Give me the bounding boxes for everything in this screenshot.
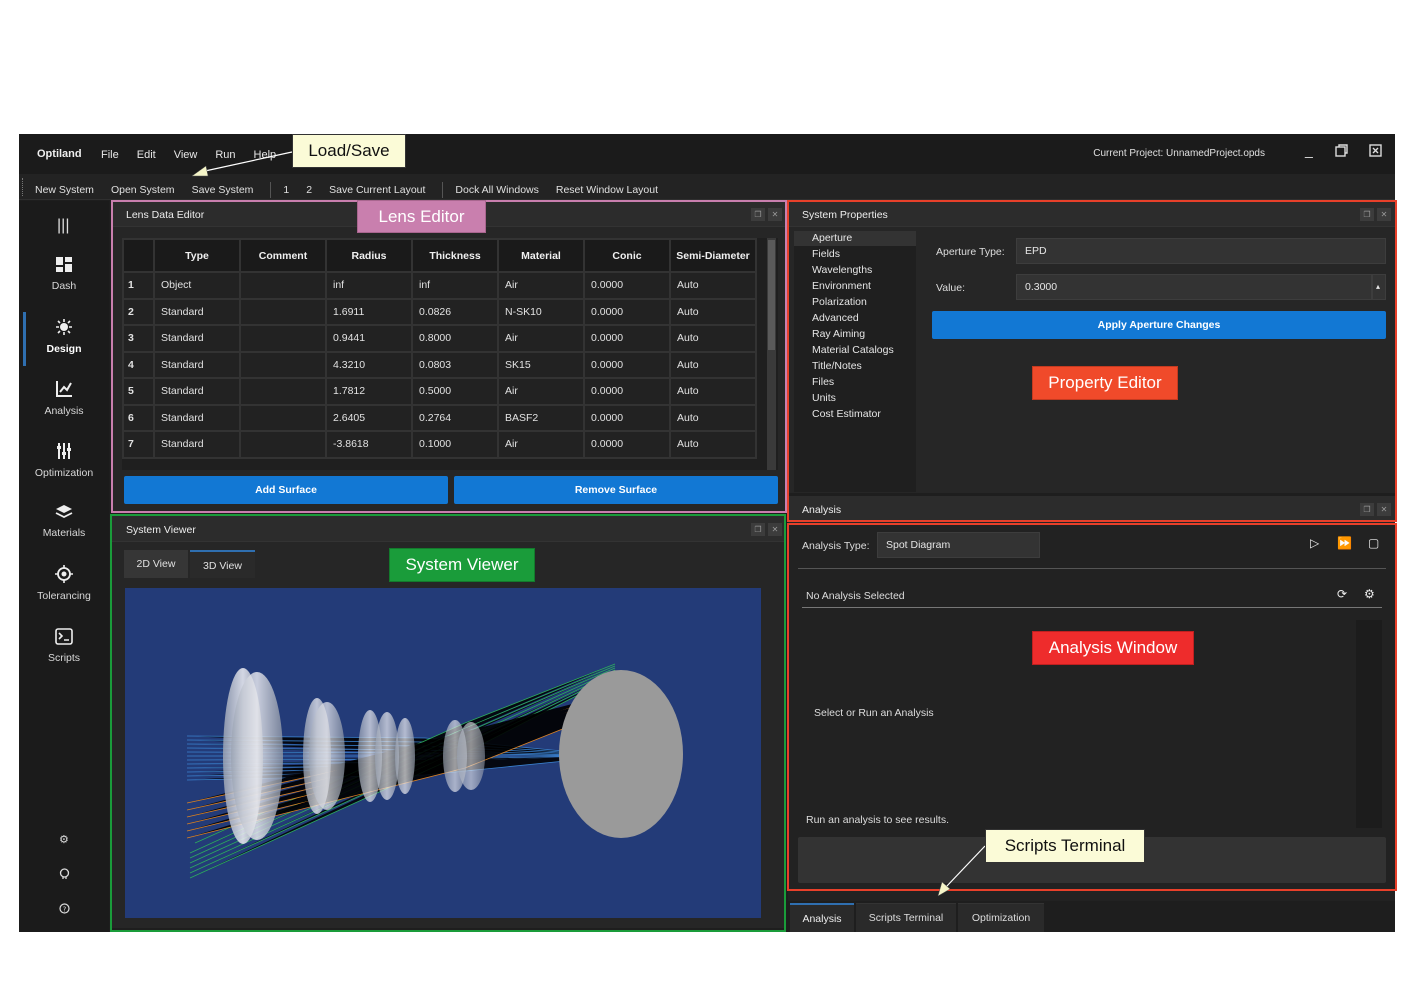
analysis-window-callout: Analysis Window [1032, 631, 1194, 665]
property-editor-callout: Property Editor [1032, 366, 1178, 400]
system-viewer-callout: System Viewer [389, 548, 535, 582]
load-save-callout: Load/Save [292, 134, 406, 168]
scripts-terminal-callout: Scripts Terminal [985, 829, 1145, 863]
callout-arrows [191, 151, 986, 897]
lens-editor-callout: Lens Editor [357, 200, 486, 233]
